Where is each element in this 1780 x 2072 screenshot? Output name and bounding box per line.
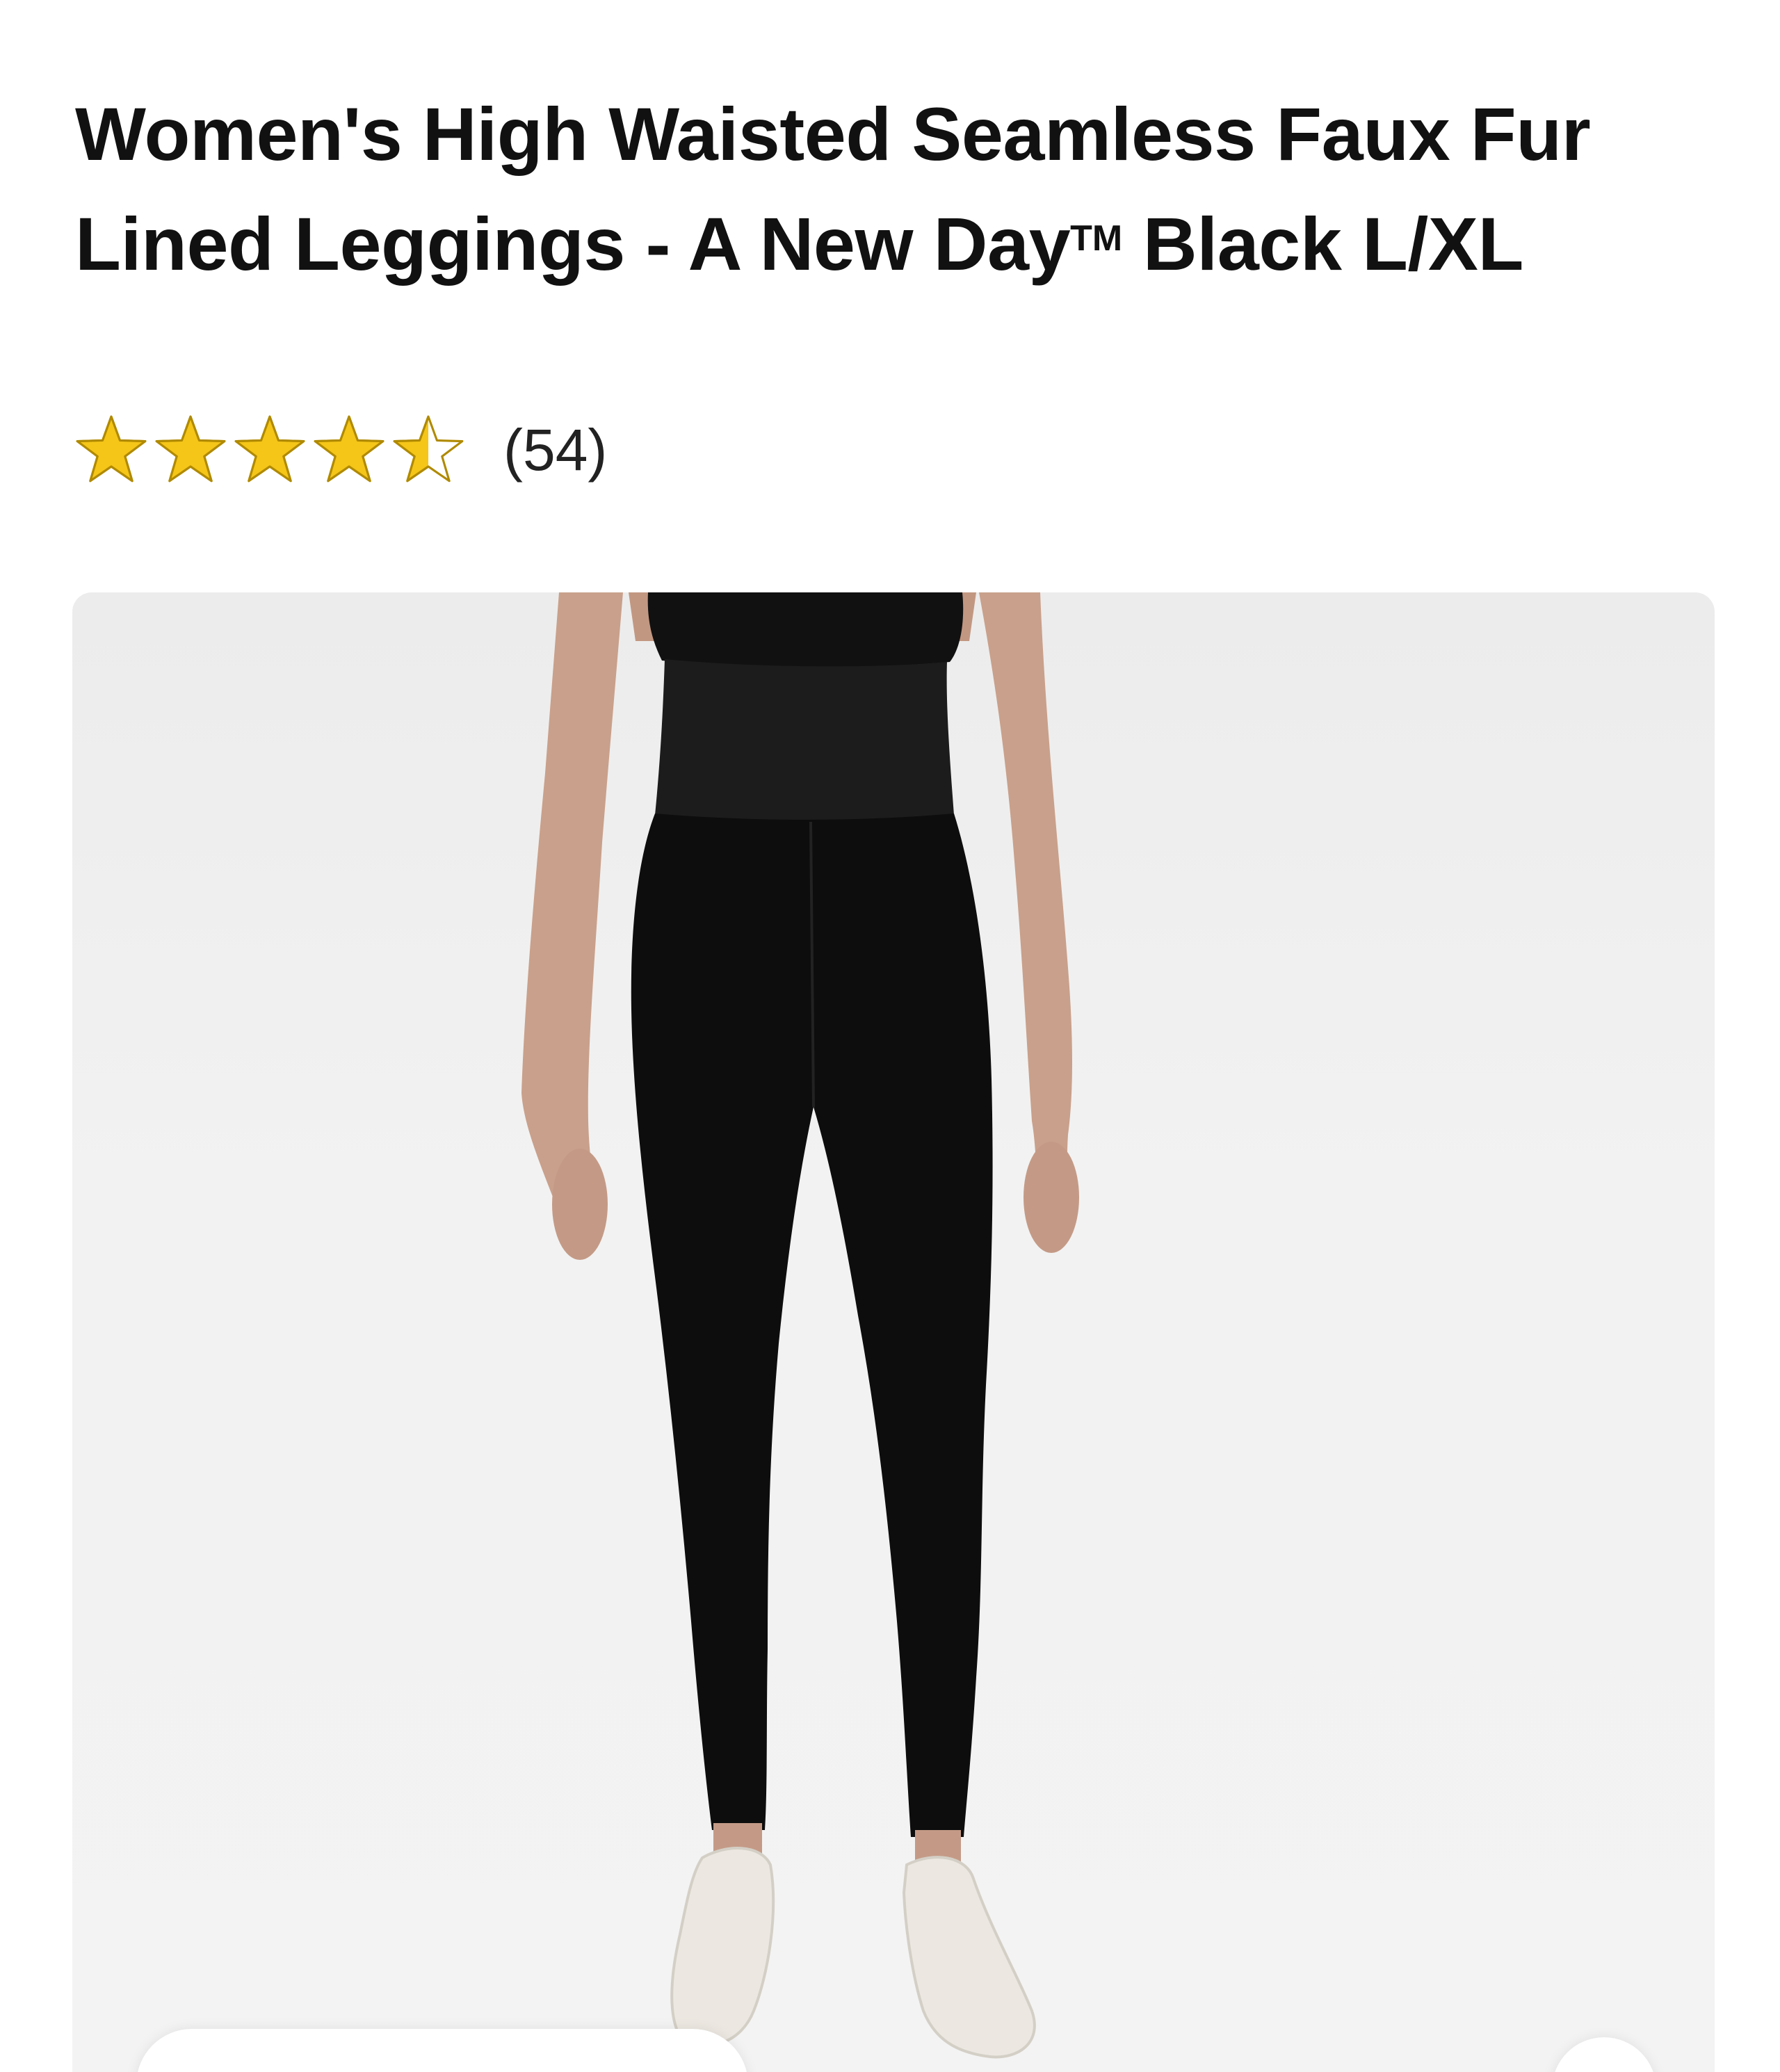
star-full-icon	[154, 414, 227, 486]
star-rating	[75, 414, 464, 486]
crop-top	[647, 592, 964, 667]
right-hand	[1024, 1142, 1079, 1253]
trademark-symbol: TM	[1070, 218, 1123, 259]
left-hand	[552, 1149, 608, 1260]
left-arm	[521, 592, 623, 1243]
star-half-icon	[392, 414, 464, 486]
product-photo-leggings-icon	[521, 592, 1079, 2059]
waistband	[655, 659, 954, 820]
right-shoe	[902, 1856, 1036, 2059]
left-shoe	[670, 1847, 775, 2047]
star-full-icon	[75, 414, 147, 486]
product-title: Women's High Waisted Seamless Faux Fur L…	[75, 82, 1674, 296]
rating-summary[interactable]: (54)	[75, 412, 607, 488]
star-full-icon	[234, 414, 306, 486]
image-overlay-pill[interactable]	[136, 2029, 748, 2072]
product-image-card[interactable]	[72, 592, 1715, 2072]
right-arm	[979, 592, 1072, 1239]
review-count[interactable]: (54)	[503, 416, 607, 484]
product-title-variant: Black L/XL	[1122, 202, 1524, 286]
star-full-icon	[313, 414, 385, 486]
